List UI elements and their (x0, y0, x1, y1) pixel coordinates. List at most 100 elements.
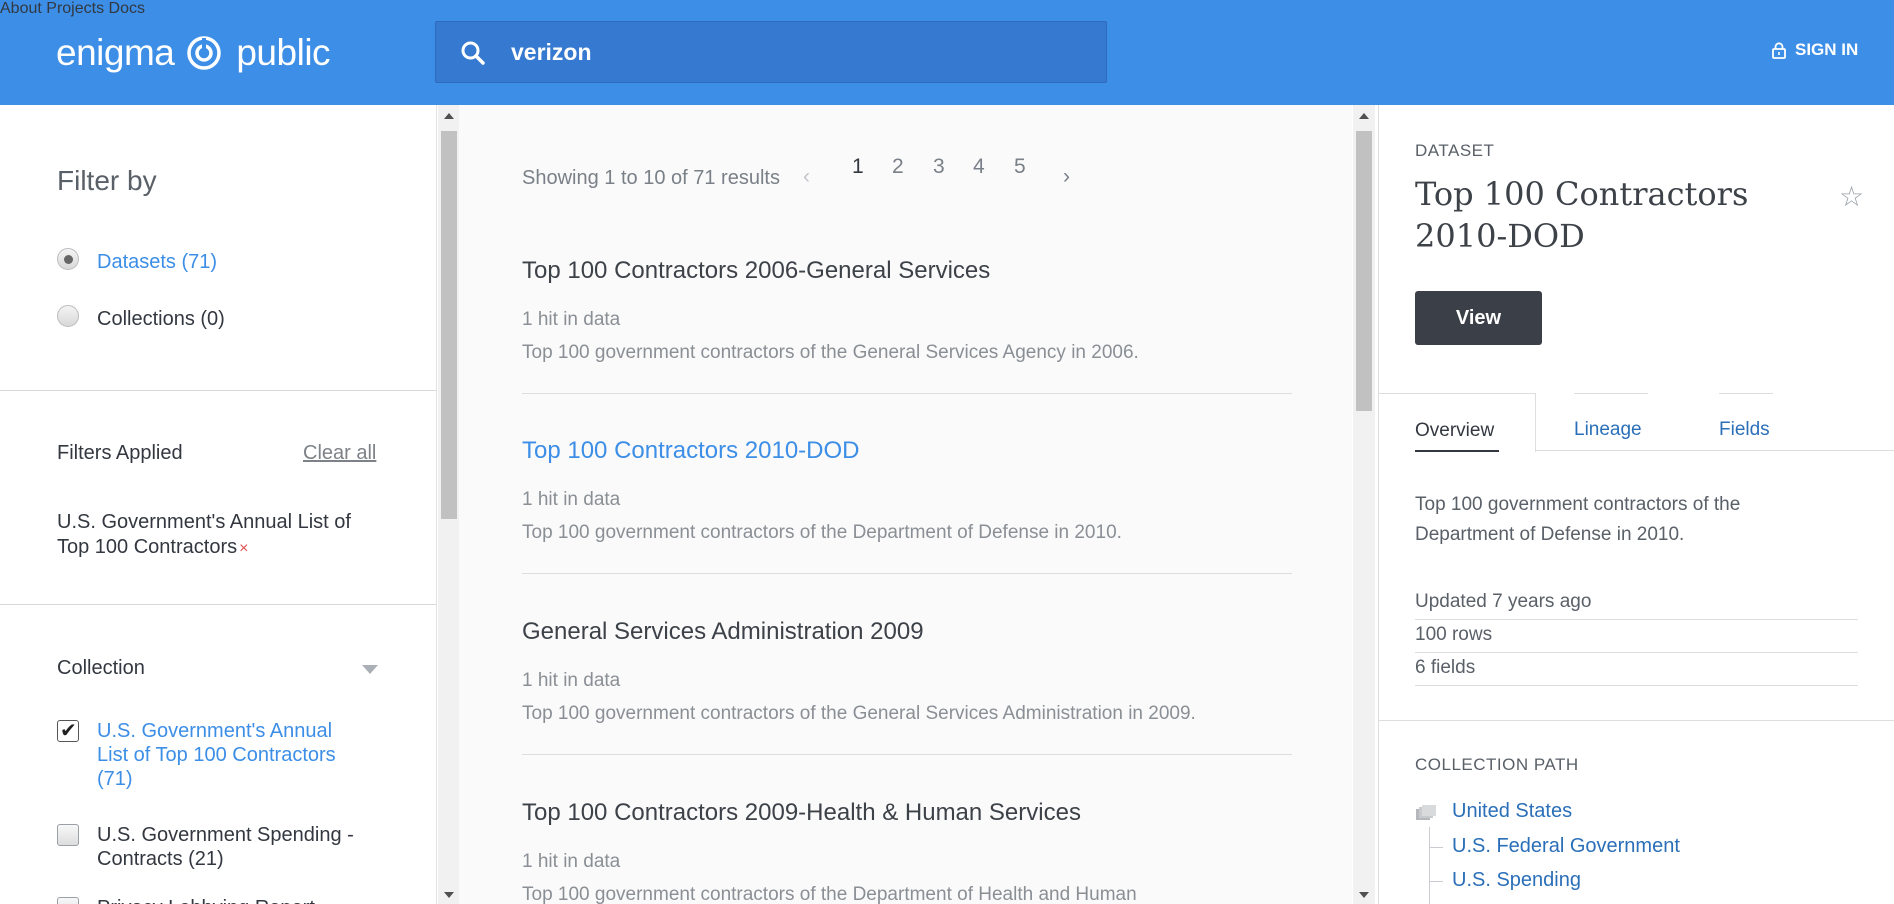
prev-page-chevron-icon[interactable]: ‹ (803, 165, 810, 189)
result-description: Top 100 government contractors of the Ge… (522, 342, 1139, 363)
radio-button-selected[interactable] (57, 247, 79, 270)
result-item[interactable]: General Services Administration 2009 1 h… (522, 618, 1292, 755)
enigma-logo-icon (187, 36, 222, 70)
detail-tabs: Overview Lineage Fields (1379, 393, 1894, 452)
nav-projects[interactable]: Projects (46, 0, 104, 17)
tab-overview[interactable]: Overview (1379, 393, 1536, 452)
search-icon (461, 41, 485, 65)
result-description: Top 100 government contractors of the De… (522, 522, 1122, 543)
nav-about[interactable]: About (0, 0, 42, 17)
results-panel: Showing 1 to 10 of 71 results ‹ 1 2 3 4 … (459, 105, 1352, 904)
results-scrollbar[interactable] (1353, 105, 1375, 904)
checkbox[interactable] (57, 824, 79, 846)
page-5[interactable]: 5 (1014, 155, 1026, 179)
collection-option[interactable]: U.S. Government Spending - Contracts (21… (57, 823, 387, 871)
collection-path-link[interactable]: United States (1452, 800, 1572, 823)
collection-heading: Collection (57, 657, 145, 679)
result-hits: 1 hit in data (522, 851, 621, 872)
result-item[interactable]: Top 100 Contractors 2006-General Service… (522, 257, 1292, 394)
lock-icon (1772, 41, 1786, 59)
meta-rows: 100 rows (1415, 620, 1858, 653)
result-description: Top 100 government contractors of the Ge… (522, 703, 1196, 724)
scroll-down-arrow-icon[interactable] (444, 892, 454, 898)
search-input[interactable]: verizon (511, 39, 592, 66)
result-title[interactable]: Top 100 Contractors 2010-DOD (522, 437, 1292, 465)
tree-line (1429, 847, 1443, 848)
section-divider (0, 604, 436, 605)
result-description: Top 100 government contractors of the De… (522, 884, 1137, 904)
page-4[interactable]: 4 (973, 155, 985, 179)
radio-label-collections: Collections (0) (97, 308, 225, 330)
filter-sidebar: Filter by Datasets (71) Collections (0) … (0, 105, 437, 904)
chevron-down-icon[interactable] (362, 665, 378, 674)
result-hits: 1 hit in data (522, 670, 621, 691)
search-box[interactable]: verizon (435, 21, 1107, 83)
dataset-label: DATASET (1415, 141, 1495, 160)
clear-all-link[interactable]: Clear all (303, 442, 376, 465)
collection-path-link[interactable]: U.S. Spending (1452, 869, 1581, 892)
meta-fields: 6 fields (1415, 653, 1858, 686)
result-hits: 1 hit in data (522, 489, 621, 510)
star-icon[interactable]: ☆ (1839, 180, 1864, 213)
result-item-selected[interactable]: Top 100 Contractors 2010-DOD 1 hit in da… (522, 437, 1292, 574)
dataset-description: Top 100 government contractors of the De… (1415, 494, 1741, 545)
page-2[interactable]: 2 (892, 155, 904, 179)
result-divider (522, 393, 1292, 394)
nav-docs[interactable]: Docs (109, 0, 145, 17)
tab-top-border (1574, 393, 1648, 394)
filters-applied-heading: Filters Applied (57, 442, 183, 464)
result-hits: 1 hit in data (522, 309, 621, 330)
filter-by-heading: Filter by (57, 165, 157, 196)
logo-text-right: public (236, 32, 331, 73)
collection-path-link[interactable]: U.S. Federal Government (1452, 835, 1680, 858)
dataset-details-panel: DATASET Top 100 Contractors 2010-DOD ☆ V… (1378, 105, 1894, 904)
radio-collections[interactable]: Collections (0) (57, 304, 225, 331)
radio-button[interactable] (57, 304, 79, 327)
tab-lineage[interactable]: Lineage (1574, 419, 1642, 441)
sidebar-scrollbar[interactable] (438, 105, 460, 904)
result-title[interactable]: Top 100 Contractors 2006-General Service… (522, 257, 1292, 285)
sign-in-label: SIGN IN (1795, 40, 1859, 59)
remove-filter-icon[interactable]: × (239, 540, 248, 557)
result-item[interactable]: Top 100 Contractors 2009-Health & Human … (522, 799, 1292, 904)
collection-option-label: U.S. Government's Annual List of Top 100… (97, 720, 336, 790)
view-button[interactable]: View (1415, 291, 1542, 345)
scroll-up-arrow-icon[interactable] (1359, 113, 1369, 119)
page-1[interactable]: 1 (852, 155, 864, 179)
collection-option-label: Privacy Lobbying Report (97, 896, 387, 904)
logo-text-left: enigma (56, 32, 175, 73)
scrollbar-thumb[interactable] (1356, 131, 1372, 411)
meta-updated: Updated 7 years ago (1415, 587, 1858, 620)
tab-fields[interactable]: Fields (1719, 419, 1770, 441)
page-3[interactable]: 3 (933, 155, 945, 179)
result-divider (522, 573, 1292, 574)
collection-option-label: U.S. Government Spending - Contracts (21… (97, 824, 354, 870)
top-header: enigma public verizon About Projects Doc… (0, 0, 1894, 105)
section-divider (0, 390, 436, 391)
tree-line (1429, 881, 1443, 882)
tab-overview-label: Overview (1415, 420, 1495, 441)
active-tab-underline (1415, 450, 1499, 452)
collection-option[interactable]: U.S. Government's Annual List of Top 100… (57, 718, 387, 791)
results-summary: Showing 1 to 10 of 71 results (522, 167, 780, 189)
scroll-down-arrow-icon[interactable] (1359, 892, 1369, 898)
scrollbar-thumb[interactable] (441, 131, 457, 519)
radio-label-datasets: Datasets (71) (97, 251, 218, 273)
result-divider (522, 754, 1292, 755)
result-title[interactable]: General Services Administration 2009 (522, 618, 1292, 646)
result-title[interactable]: Top 100 Contractors 2009-Health & Human … (522, 799, 1292, 827)
collection-option[interactable]: Privacy Lobbying Report (57, 896, 387, 904)
section-divider (1379, 720, 1894, 721)
sign-in-button[interactable]: SIGN IN (1772, 40, 1858, 60)
radio-datasets[interactable]: Datasets (71) (57, 247, 218, 274)
next-page-chevron-icon[interactable]: › (1063, 165, 1070, 189)
collection-path-heading: COLLECTION PATH (1415, 755, 1579, 774)
enigma-public-logo[interactable]: enigma public (56, 28, 331, 78)
scroll-up-arrow-icon[interactable] (444, 113, 454, 119)
tab-top-border (1719, 393, 1773, 394)
checkbox-checked[interactable] (57, 718, 79, 742)
checkbox[interactable] (57, 897, 79, 904)
applied-filter-chip: U.S. Government's Annual List of Top 100… (57, 510, 377, 561)
dataset-title: Top 100 Contractors 2010-DOD (1415, 175, 1749, 255)
tree-line (1429, 827, 1430, 904)
